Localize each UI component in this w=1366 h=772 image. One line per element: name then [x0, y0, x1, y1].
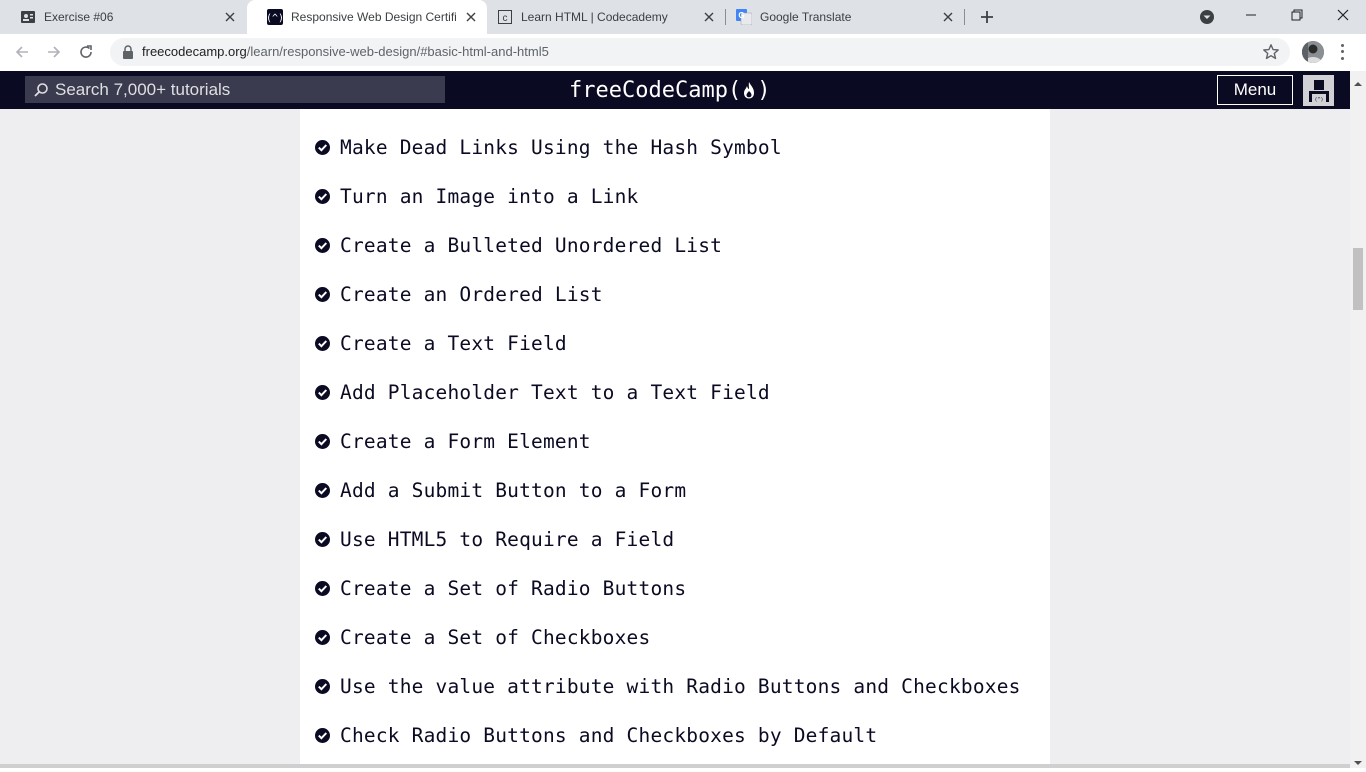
close-icon[interactable] [701, 9, 717, 25]
lesson-item[interactable]: Make Dead Links Using the Hash Symbol [315, 132, 782, 162]
scroll-down-icon[interactable] [1354, 754, 1362, 765]
svg-text:(^): (^) [1314, 97, 1323, 103]
tab-search-button[interactable] [1184, 2, 1230, 32]
chrome-menu-button[interactable] [1336, 42, 1348, 62]
page-scrollbar[interactable] [1350, 71, 1366, 768]
tab-codecademy[interactable]: c Learn HTML | Codecademy [477, 0, 725, 34]
close-window-button[interactable] [1320, 0, 1366, 30]
logo-text: freeCodeCamp( [569, 77, 742, 103]
lesson-title: Create an Ordered List [340, 282, 603, 306]
check-circle-icon [315, 335, 330, 351]
close-icon[interactable] [222, 9, 238, 25]
new-tab-button[interactable] [976, 6, 998, 28]
url-domain: freecodecamp.org [142, 44, 247, 59]
logo-text-end: ) [757, 77, 771, 103]
lesson-title: Add a Submit Button to a Form [340, 478, 687, 502]
lesson-title: Create a Set of Radio Buttons [340, 576, 687, 600]
svg-text:G: G [738, 11, 744, 20]
back-button[interactable] [10, 40, 34, 64]
search-bar [25, 76, 445, 103]
lesson-item[interactable]: Create an Ordered List [315, 279, 603, 309]
url-path: /learn/responsive-web-design/#basic-html… [246, 44, 549, 59]
tab-title: Exercise #06 [44, 10, 114, 24]
fcc-navbar: freeCodeCamp( ) Menu (^) [0, 71, 1350, 109]
tab-title: Learn HTML | Codecademy [521, 10, 668, 24]
lesson-item[interactable]: Create a Set of Checkboxes [315, 622, 650, 652]
check-circle-icon [315, 531, 330, 547]
tab-separator [964, 9, 965, 25]
google-translate-icon: G [736, 9, 752, 25]
lesson-item[interactable]: Use HTML5 to Require a Field [315, 524, 674, 554]
user-avatar-button[interactable]: (^) [1303, 75, 1334, 106]
lesson-panel: Make Dead Links Using the Hash Symbol Tur… [300, 109, 1050, 768]
lesson-title: Add Placeholder Text to a Text Field [340, 380, 770, 404]
check-circle-icon [315, 482, 330, 498]
check-circle-icon [315, 433, 330, 449]
svg-text:(^): (^) [267, 13, 283, 24]
lock-icon[interactable] [122, 45, 134, 59]
bottom-edge [0, 764, 1350, 768]
lesson-item[interactable]: Create a Form Element [315, 426, 591, 456]
check-circle-icon [315, 139, 330, 155]
reload-button[interactable] [74, 40, 98, 64]
scrollbar-thumb[interactable] [1353, 248, 1363, 310]
check-circle-icon [315, 237, 330, 253]
browser-tab-strip: Exercise #06 (^) Responsive Web Design C… [0, 0, 1366, 34]
lesson-item[interactable]: Create a Text Field [315, 328, 567, 358]
lesson-title: Create a Form Element [340, 429, 591, 453]
lesson-item[interactable]: Check Radio Buttons and Checkboxes by De… [315, 720, 877, 750]
svg-text:c: c [503, 13, 508, 24]
check-circle-icon [315, 629, 330, 645]
search-icon [33, 82, 49, 98]
lesson-title: Create a Bulleted Unordered List [340, 233, 723, 257]
profile-avatar[interactable] [1302, 41, 1324, 63]
scroll-up-icon[interactable] [1354, 75, 1362, 86]
tab-responsive-web-design[interactable]: (^) Responsive Web Design Certificat [247, 0, 487, 34]
lesson-item[interactable]: Create a Bulleted Unordered List [315, 230, 722, 260]
lesson-title: Make Dead Links Using the Hash Symbol [340, 135, 782, 159]
tab-title: Google Translate [760, 10, 852, 24]
tab-google-translate[interactable]: G Google Translate [716, 0, 964, 34]
url-text: freecodecamp.org/learn/responsive-web-de… [142, 44, 549, 59]
menu-button[interactable]: Menu [1217, 75, 1293, 105]
contact-card-icon [20, 9, 36, 25]
check-circle-icon [315, 678, 330, 694]
search-input[interactable] [55, 79, 435, 100]
lesson-item[interactable]: Turn an Image into a Link [315, 181, 639, 211]
lesson-title: Turn an Image into a Link [340, 184, 639, 208]
check-circle-icon [315, 580, 330, 596]
lesson-title: Check Radio Buttons and Checkboxes by De… [340, 723, 878, 747]
check-circle-icon [315, 286, 330, 302]
lesson-title: Create a Set of Checkboxes [340, 625, 651, 649]
lesson-title: Create a Text Field [340, 331, 567, 355]
tab-exercise[interactable]: Exercise #06 [0, 0, 246, 34]
flame-icon [742, 80, 756, 100]
codecademy-icon: c [497, 9, 513, 25]
lesson-item[interactable]: Add a Submit Button to a Form [315, 475, 686, 505]
check-circle-icon [315, 188, 330, 204]
lesson-item[interactable]: Use the value attribute with Radio Butto… [315, 671, 1021, 701]
lesson-title: Use the value attribute with Radio Butto… [340, 674, 1021, 698]
check-circle-icon [315, 727, 330, 743]
freecodecamp-icon: (^) [267, 9, 283, 25]
lesson-item[interactable]: Create a Set of Radio Buttons [315, 573, 686, 603]
browser-toolbar: freecodecamp.org/learn/responsive-web-de… [0, 34, 1366, 71]
freecodecamp-logo[interactable]: freeCodeCamp( ) [569, 75, 770, 105]
forward-button[interactable] [42, 40, 66, 64]
minimize-button[interactable] [1228, 0, 1274, 30]
address-bar[interactable]: freecodecamp.org/learn/responsive-web-de… [110, 38, 1290, 66]
lesson-item[interactable]: Add Placeholder Text to a Text Field [315, 377, 770, 407]
close-icon[interactable] [940, 9, 956, 25]
clipped-lesson-remnant [630, 109, 1050, 111]
check-circle-icon [315, 384, 330, 400]
bookmark-star-icon[interactable] [1262, 43, 1280, 61]
restore-button[interactable] [1274, 0, 1320, 30]
lesson-title: Use HTML5 to Require a Field [340, 527, 675, 551]
tab-title: Responsive Web Design Certificat [291, 10, 457, 24]
page-background: Make Dead Links Using the Hash Symbol Tur… [0, 109, 1350, 768]
